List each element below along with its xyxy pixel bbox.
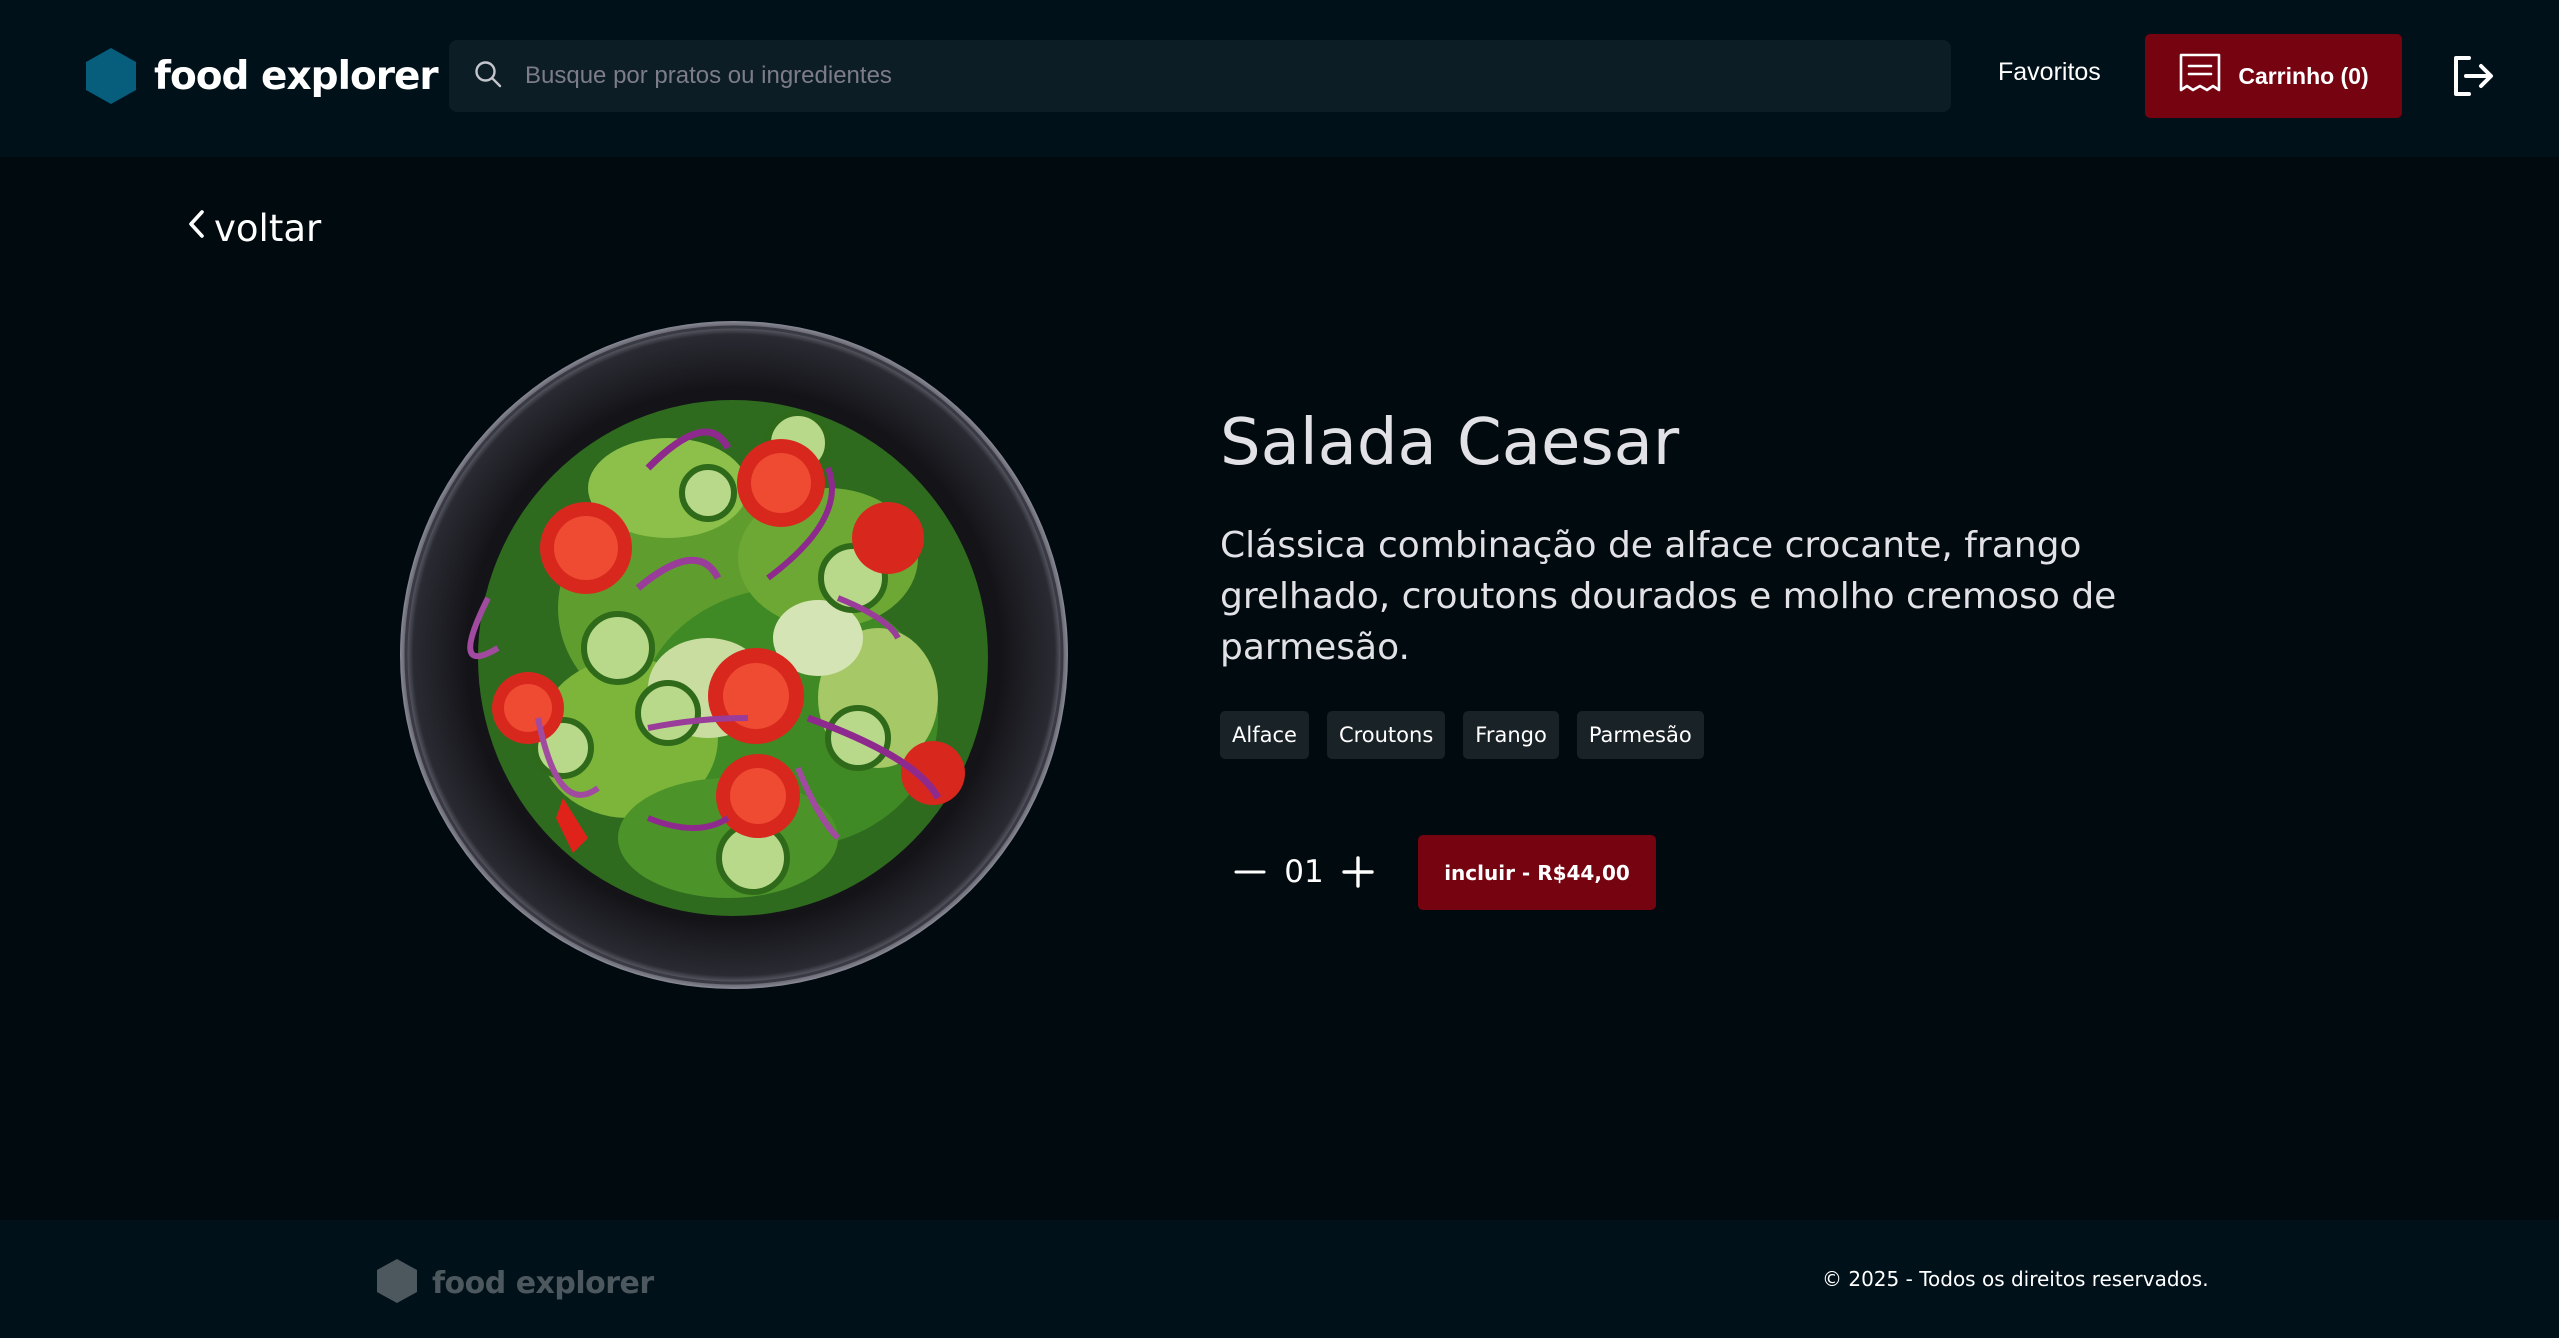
include-button[interactable]: incluir - R$44,00 [1418,835,1656,910]
hexagon-icon [85,47,137,105]
favorites-link[interactable]: Favoritos [1998,58,2101,87]
ingredient-tag: Parmesão [1576,711,1704,759]
receipt-icon [2178,52,2222,100]
ingredient-tag: Alface [1220,711,1309,759]
dish-title: Salada Caesar [1220,406,1680,480]
search-input[interactable] [523,46,1903,106]
footer-brand-name: food explorer [432,1266,654,1301]
brand[interactable]: food explorer [85,45,439,107]
back-label: voltar [214,207,322,250]
ingredient-tag: Frango [1463,711,1559,759]
footer-brand: food explorer [376,1258,654,1309]
ingredient-tag: Croutons [1326,711,1446,759]
sign-out-icon[interactable] [2452,55,2494,97]
back-button[interactable]: voltar [184,207,321,250]
dish-description: Clássica combinação de alface crocante, … [1220,525,2117,668]
cart-button[interactable]: Carrinho (0) [2145,34,2402,118]
dish-image [398,318,1070,992]
minus-icon[interactable] [1230,852,1270,892]
quantity-stepper: 01 [1230,845,1378,899]
copyright-text: © 2025 - Todos os direitos reservados. [1822,1267,2209,1291]
chevron-left-icon [184,207,208,250]
plus-icon[interactable] [1338,852,1378,892]
brand-name: food explorer [154,53,439,99]
header: food explorer Favoritos Carrinho (0) [0,0,2559,157]
ingredient-tags: Alface Croutons Frango Parmesão [1220,711,1704,759]
cart-label: Carrinho (0) [2238,62,2369,89]
search-icon [473,59,503,94]
hexagon-icon [376,1258,418,1309]
footer: food explorer © 2025 - Todos os direitos… [0,1220,2559,1338]
quantity-value: 01 [1284,854,1324,890]
search-bar[interactable] [449,40,1951,112]
